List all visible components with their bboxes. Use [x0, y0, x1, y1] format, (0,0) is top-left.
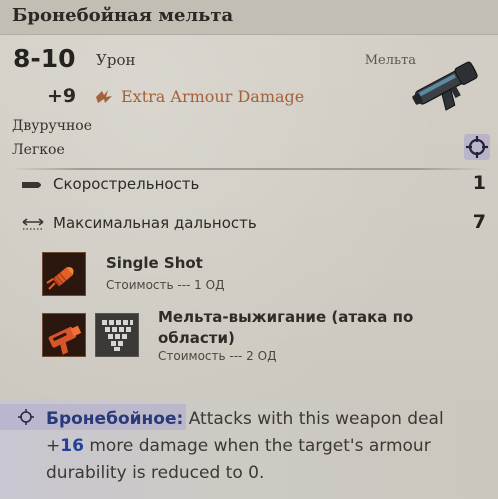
target-crosshair-icon[interactable]: [464, 134, 490, 160]
section-divider: [10, 168, 488, 170]
weapon-title: Бронебойная мельта: [12, 5, 234, 26]
single-shot-icon[interactable]: [42, 252, 86, 296]
bonus-value: +9: [47, 85, 77, 107]
stat-value-rate-of-fire: 1: [472, 172, 486, 194]
skill-cost-single-shot: Стоимость --- 1 ОД: [106, 278, 225, 292]
passive-number: 16: [60, 436, 84, 456]
damage-range: 8-10: [13, 44, 76, 73]
crosshair-icon: [18, 409, 34, 425]
skill-name-melta-burn-line2: области): [158, 329, 235, 347]
stat-label-rate-of-fire: Скорострельность: [53, 175, 200, 193]
bonus-label: Extra Armour Damage: [121, 87, 305, 106]
passive-text-c: durability is reduced to 0.: [46, 463, 265, 483]
passive-description: Бронебойное: Attacks with this weapon de…: [46, 406, 484, 487]
passive-name: Бронебойное:: [46, 409, 184, 429]
stat-row-rate-of-fire: Скорострельность 1: [0, 172, 498, 198]
bullet-icon: [22, 182, 41, 188]
skill-name-melta-burn-line1: Мельта-выжигание (атака по: [158, 308, 414, 326]
skill-cost-melta-burn: Стоимость --- 2 ОД: [158, 349, 277, 363]
property-two-handed: Двуручное: [12, 118, 93, 134]
area-attack-icon: [95, 313, 139, 357]
skill-name-melta-burn: Мельта-выжигание (атака по области): [158, 307, 413, 349]
melta-burn-icon[interactable]: [42, 313, 86, 357]
range-icon: [22, 218, 44, 230]
passive-text-b: more damage when the target's armour: [83, 436, 431, 456]
armour-damage-icon: [96, 90, 112, 103]
stat-label-max-range: Максимальная дальность: [53, 214, 257, 232]
title-bar: Бронебойная мельта: [0, 0, 498, 35]
passive-text-a: Attacks with this weapon deal: [183, 409, 444, 429]
weapon-tooltip: Бронебойная мельта 8-10 Урон Мельта +9 E…: [0, 0, 498, 499]
skill-name-single-shot: Single Shot: [106, 254, 203, 272]
damage-label: Урон: [96, 51, 136, 69]
property-light: Легкое: [12, 142, 65, 158]
stat-value-max-range: 7: [472, 211, 486, 233]
melta-gun-icon: [412, 61, 478, 111]
passive-plus: +: [46, 436, 61, 456]
stat-row-max-range: Максимальная дальность 7: [0, 211, 498, 237]
